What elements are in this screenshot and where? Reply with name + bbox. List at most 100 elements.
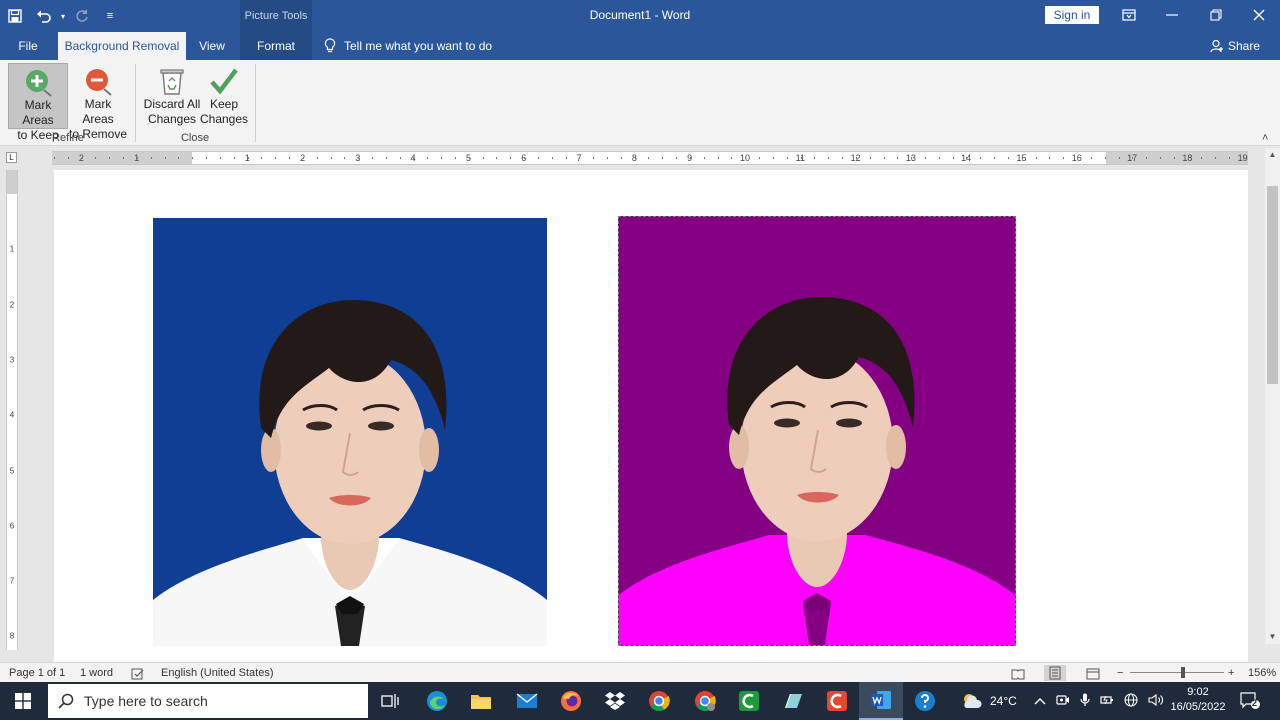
chrome-profile-icon[interactable] (683, 682, 727, 720)
zoom-level[interactable]: 156% (1248, 663, 1276, 683)
customize-qat-icon[interactable]: ≡ (96, 0, 124, 32)
lightbulb-icon (324, 38, 336, 53)
tell-me-search[interactable]: Tell me what you want to do (324, 32, 492, 60)
restore-icon[interactable] (1194, 0, 1238, 30)
microphone-icon[interactable] (1080, 693, 1090, 710)
ruler-tick (330, 157, 332, 159)
edge-browser-icon[interactable] (415, 682, 459, 720)
power-icon[interactable] (1100, 694, 1114, 709)
ruler-tick (178, 157, 180, 159)
zoom-slider-track[interactable] (1130, 672, 1224, 673)
ruler-tick (524, 157, 526, 159)
scroll-down-icon[interactable]: ▼ (1265, 630, 1280, 644)
windows-taskbar: Type here to search 24°C 9:02 16/05/2022… (0, 682, 1280, 720)
taskbar-clock[interactable]: 9:02 16/05/2022 (1166, 685, 1230, 715)
system-tray-icons (1034, 682, 1164, 720)
meet-now-icon[interactable] (1056, 693, 1070, 710)
ruler-tick (952, 157, 954, 159)
ruler-tick (1007, 157, 1009, 159)
ruler-tick (800, 157, 802, 159)
web-layout-icon[interactable] (1086, 667, 1100, 680)
minimize-icon[interactable] (1150, 0, 1194, 30)
word-app-icon[interactable] (859, 682, 903, 720)
volume-icon[interactable] (1148, 693, 1164, 710)
zoom-out-button[interactable]: − (1117, 663, 1123, 683)
ruler-tick (897, 157, 899, 159)
firefox-icon[interactable] (549, 682, 593, 720)
original-photo[interactable] (153, 218, 547, 646)
document-page[interactable] (54, 170, 1248, 662)
vertical-scrollbar[interactable]: ▲ ▼ (1265, 148, 1280, 644)
ruler-tick (828, 157, 830, 159)
collapse-ribbon-icon[interactable]: ˄ (1262, 132, 1268, 144)
taskbar-search-box[interactable]: Type here to search (48, 684, 368, 718)
camtasia-red-icon[interactable] (815, 682, 859, 720)
notes-app-icon[interactable] (771, 682, 815, 720)
zoom-in-button[interactable]: + (1228, 663, 1234, 683)
scroll-up-icon[interactable]: ▲ (1265, 148, 1280, 162)
keep-changes-button[interactable]: Keep Changes (200, 63, 248, 129)
ruler-tick (689, 157, 691, 159)
read-mode-icon[interactable] (1011, 667, 1025, 680)
chrome-icon[interactable] (637, 682, 681, 720)
mark-keep-icon (23, 67, 53, 97)
mark-areas-to-keep-button[interactable]: Mark Areas to Keep (8, 63, 68, 142)
ruler-number: 7 (9, 576, 15, 586)
mark-keep-line1: Mark Areas (22, 98, 54, 127)
page-count[interactable]: Page 1 of 1 (9, 663, 65, 683)
camtasia-green-icon[interactable] (727, 682, 771, 720)
ruler-tick (1173, 157, 1175, 159)
ruler-tick (1160, 157, 1161, 159)
notification-count: 2 (1252, 698, 1258, 708)
ruler-tick (1229, 157, 1231, 159)
ruler-tick (399, 157, 401, 159)
print-layout-icon[interactable] (1044, 665, 1066, 681)
help-app-icon[interactable] (903, 682, 947, 720)
ruler-tick (289, 157, 291, 159)
file-explorer-icon[interactable] (459, 682, 503, 720)
ruler-tick (427, 157, 429, 159)
mark-areas-to-remove-button[interactable]: Mark Areas to Remove (68, 63, 128, 141)
weather-widget[interactable]: 24°C (960, 682, 1017, 720)
sign-in-button[interactable]: Sign in (1045, 6, 1099, 24)
share-button[interactable]: Share (1210, 32, 1260, 60)
group-refine-label: Refine (52, 132, 84, 144)
notification-center-icon[interactable]: 2 (1240, 682, 1260, 720)
search-placeholder: Type here to search (84, 693, 208, 709)
windows-start-icon[interactable] (0, 682, 46, 720)
background-removal-preview[interactable] (618, 216, 1016, 646)
proofing-icon[interactable] (131, 667, 145, 680)
task-view-icon[interactable] (368, 682, 412, 720)
undo-icon[interactable] (30, 0, 58, 32)
ruler-tick (924, 157, 926, 159)
ruler-tick (814, 157, 816, 159)
tab-file[interactable]: File (8, 32, 48, 60)
discard-line1: Discard All (143, 97, 201, 111)
zoom-slider-thumb[interactable] (1181, 667, 1185, 678)
undo-dropdown-icon[interactable]: ▾ (58, 0, 68, 32)
word-count[interactable]: 1 word (80, 663, 113, 683)
mail-icon[interactable] (505, 682, 549, 720)
vertical-ruler[interactable]: 1 2 3 4 5 6 7 8 (6, 170, 18, 650)
chevron-up-icon[interactable] (1034, 694, 1046, 708)
ruler-tick (1146, 157, 1148, 159)
discard-all-changes-button[interactable]: Discard All Changes (142, 63, 202, 129)
tab-selector[interactable]: L (6, 152, 17, 163)
ruler-tick (869, 157, 871, 159)
language-status[interactable]: English (United States) (161, 663, 274, 683)
ruler-tick (565, 157, 567, 159)
tab-view[interactable]: View (192, 32, 232, 60)
tab-background-removal[interactable]: Background Removal (58, 32, 186, 60)
scroll-thumb[interactable] (1267, 186, 1278, 384)
tab-format[interactable]: Format (240, 32, 312, 60)
save-icon[interactable] (0, 0, 30, 32)
network-globe-icon[interactable] (1124, 692, 1138, 710)
ribbon-display-options-icon[interactable] (1107, 0, 1151, 30)
dropbox-icon[interactable] (593, 682, 637, 720)
ruler-tick (883, 157, 885, 159)
ruler-tick (786, 157, 788, 159)
close-icon[interactable] (1237, 0, 1280, 30)
horizontal-ruler[interactable]: 2112345678910111213141516171819 (52, 151, 1248, 165)
ruler-tick (676, 157, 678, 159)
ruler-tick (164, 157, 166, 159)
